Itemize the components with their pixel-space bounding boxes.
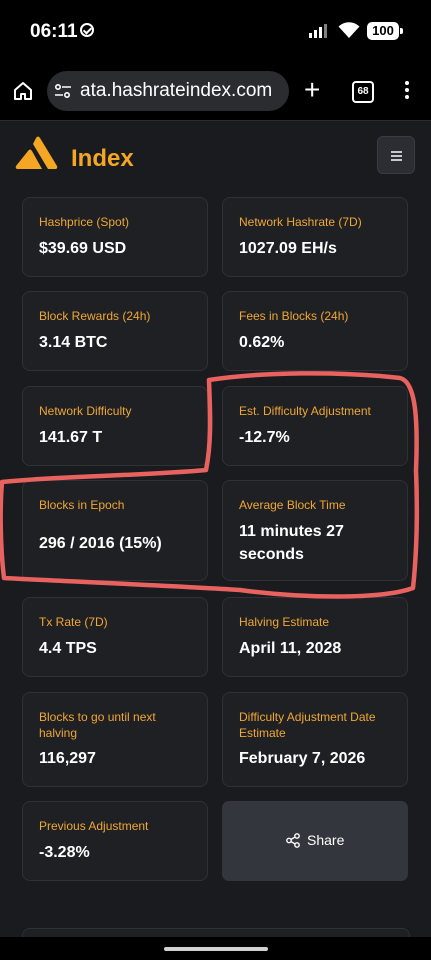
logo-icon[interactable] (14, 135, 62, 171)
home-indicator[interactable] (164, 947, 268, 951)
gesture-bar (0, 937, 431, 960)
stat-value: 296 / 2016 (15%) (39, 535, 162, 552)
browser-toolbar: ata.hashrateindex.com + 68 (0, 62, 431, 120)
stat-label-continued: Estimate (239, 726, 286, 740)
stat-value: April 11, 2028 (239, 640, 342, 657)
tab-switcher-button[interactable]: 68 (352, 81, 374, 103)
stat-card-fees-in-blocks: Fees in Blocks (24h) 0.62% (222, 291, 408, 371)
home-icon[interactable] (12, 80, 34, 102)
stat-label: Average Block Time (239, 498, 346, 512)
stat-card-est-difficulty-adjustment: Est. Difficulty Adjustment -12.7% (222, 386, 408, 466)
stat-value: 1027.09 EH/s (239, 240, 337, 257)
stat-label: Block Rewards (24h) (39, 309, 151, 323)
stat-value: 3.14 BTC (39, 334, 108, 351)
url-text: ata.hashrateindex.com (80, 80, 273, 101)
stat-label: Network Difficulty (39, 404, 132, 418)
new-tab-button[interactable]: + (304, 73, 320, 107)
stat-card-blocks-to-halving: Blocks to go until next halving 116,297 (22, 692, 208, 787)
more-options-icon[interactable] (405, 81, 409, 102)
menu-button[interactable] (377, 136, 415, 174)
stat-label: Previous Adjustment (39, 819, 149, 833)
stat-card-average-block-time: Average Block Time 11 minutes 27 seconds (222, 480, 408, 581)
stat-value: 0.62% (239, 334, 285, 351)
stat-card-tx-rate: Tx Rate (7D) 4.4 TPS (22, 597, 208, 677)
status-time: 06:11 (30, 21, 78, 42)
stat-card-previous-adjustment: Previous Adjustment -3.28% (22, 801, 208, 881)
stat-label: Hashprice (Spot) (39, 215, 130, 229)
share-label: Share (307, 832, 345, 848)
stat-card-network-hashrate: Network Hashrate (7D) 1027.09 EH/s (222, 197, 408, 277)
address-bar[interactable]: ata.hashrateindex.com (47, 71, 289, 111)
stat-card-blocks-in-epoch: Blocks in Epoch 296 / 2016 (15%) (22, 480, 208, 581)
stat-label: Fees in Blocks (24h) (239, 309, 349, 323)
stat-label: Network Hashrate (7D) (239, 215, 362, 229)
check-circle-icon (80, 23, 94, 37)
brand-name[interactable]: Index (71, 145, 134, 173)
stat-label: Difficulty Adjustment Date (239, 710, 376, 724)
site-settings-icon[interactable] (54, 84, 72, 98)
status-bar: 06:11 100 (0, 0, 431, 62)
stat-value: -12.7% (239, 429, 290, 446)
stat-value: $39.69 USD (39, 240, 127, 257)
signal-icon (309, 24, 331, 38)
stat-card-difficulty-adjustment-date: Difficulty Adjustment Date Estimate Febr… (222, 692, 408, 787)
stat-value-continued: seconds (239, 546, 304, 563)
stat-value: 4.4 TPS (39, 640, 97, 657)
stat-label: Tx Rate (7D) (39, 615, 108, 629)
site-header: Index (0, 120, 431, 195)
stat-card-halving-estimate: Halving Estimate April 11, 2028 (222, 597, 408, 677)
stat-label: Blocks in Epoch (39, 498, 125, 512)
stat-card-hashprice: Hashprice (Spot) $39.69 USD (22, 197, 208, 277)
stat-value: 116,297 (39, 750, 96, 767)
stat-card-block-rewards: Block Rewards (24h) 3.14 BTC (22, 291, 208, 371)
stat-value: 141.67 T (39, 429, 103, 446)
stat-label: Est. Difficulty Adjustment (239, 404, 371, 418)
share-icon (286, 832, 300, 848)
stat-label-continued: halving (39, 726, 78, 740)
battery-indicator: 100 (367, 22, 403, 40)
share-button[interactable]: Share (222, 801, 408, 881)
stat-value: February 7, 2026 (239, 750, 366, 767)
stat-value: 11 minutes 27 (239, 523, 344, 540)
wifi-icon (338, 22, 360, 38)
stat-card-network-difficulty: Network Difficulty 141.67 T (22, 386, 208, 466)
stat-label: Halving Estimate (239, 615, 330, 629)
stat-value: -3.28% (39, 844, 90, 861)
stat-label: Blocks to go until next (39, 710, 156, 724)
